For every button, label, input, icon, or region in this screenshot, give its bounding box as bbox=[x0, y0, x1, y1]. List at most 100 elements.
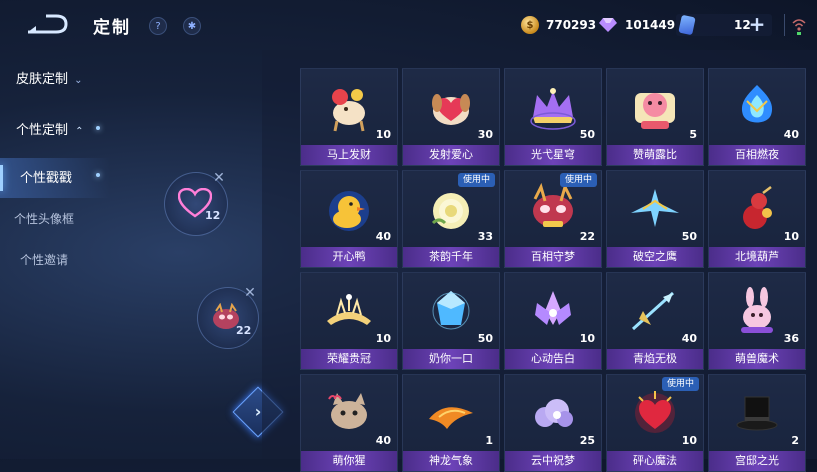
item-name: 破空之鹰 bbox=[607, 247, 703, 267]
diamond-currency: 101449 bbox=[599, 15, 675, 35]
item-count: 1 bbox=[485, 434, 493, 447]
item-count: 5 bbox=[689, 128, 697, 141]
in-use-badge: 使用中 bbox=[661, 377, 699, 391]
diamond-amount: 101449 bbox=[625, 18, 676, 32]
item-name: 心动告白 bbox=[505, 349, 601, 369]
item-card[interactable]: 使用中 33 茶韵千年 bbox=[402, 170, 500, 268]
item-count: 40 bbox=[681, 332, 697, 345]
sidebar-item-label: 个性头像框 bbox=[14, 212, 75, 226]
item-count: 50 bbox=[579, 128, 595, 141]
item-name: 萌你猩 bbox=[301, 451, 397, 471]
item-name: 云中祝梦 bbox=[505, 451, 601, 471]
item-count: 10 bbox=[579, 332, 595, 345]
item-card[interactable]: 40 百相燃夜 bbox=[708, 68, 806, 166]
item-name: 开心鸭 bbox=[301, 247, 397, 267]
in-use-badge: 使用中 bbox=[457, 173, 495, 187]
item-card[interactable]: 使用中 10 砰心魔法 bbox=[606, 374, 704, 472]
help-icon[interactable]: ? bbox=[149, 17, 167, 35]
item-name: 砰心魔法 bbox=[607, 451, 703, 471]
item-count: 25 bbox=[579, 434, 595, 447]
sidebar-item-skin-custom[interactable]: 皮肤定制 ⌄ bbox=[16, 68, 83, 87]
item-name: 赞萌露比 bbox=[607, 145, 703, 165]
close-icon[interactable]: ✕ bbox=[243, 286, 257, 300]
item-card[interactable]: 10 北境葫芦 bbox=[708, 170, 806, 268]
item-count: 36 bbox=[783, 332, 799, 345]
lotus-icon bbox=[535, 291, 571, 325]
gold-amount: 770293 bbox=[546, 18, 597, 32]
back-button[interactable] bbox=[26, 12, 70, 36]
item-card[interactable]: 10 心动告白 bbox=[504, 272, 602, 370]
item-card[interactable]: 40 萌你猩 bbox=[300, 374, 398, 472]
gourd-icon bbox=[743, 186, 772, 229]
item-name: 萌兽魔术 bbox=[709, 349, 805, 369]
item-count: 50 bbox=[681, 230, 697, 243]
item-name: 神龙气象 bbox=[403, 451, 499, 471]
item-count: 2 bbox=[791, 434, 799, 447]
slot-count: 22 bbox=[236, 324, 252, 337]
sidebar-item-poke[interactable]: 个性戳戳 bbox=[20, 167, 72, 186]
item-name: 奶你一口 bbox=[403, 349, 499, 369]
diamond-icon bbox=[599, 18, 617, 32]
add-tickets-button[interactable]: + bbox=[747, 12, 767, 36]
item-name: 荣耀贵冠 bbox=[301, 349, 397, 369]
slot-count: 12 bbox=[205, 209, 221, 222]
sidebar-item-label: 皮肤定制 bbox=[16, 72, 69, 87]
sidebar-item-label: 个性戳戳 bbox=[20, 171, 73, 186]
spear-icon bbox=[631, 291, 675, 331]
item-count: 50 bbox=[477, 332, 493, 345]
duck-icon bbox=[329, 191, 369, 231]
flower-icon bbox=[431, 193, 469, 229]
item-card[interactable]: 25 云中祝梦 bbox=[504, 374, 602, 472]
item-name: 北境葫芦 bbox=[709, 247, 805, 267]
item-card[interactable]: 50 奶你一口 bbox=[402, 272, 500, 370]
item-count: 40 bbox=[375, 434, 391, 447]
item-card[interactable]: 2 宫邸之光 bbox=[708, 374, 806, 472]
top-bar: 定制 ? ✱ $ 770293 101449 12 + bbox=[0, 0, 817, 50]
item-card[interactable]: 5 赞萌露比 bbox=[606, 68, 704, 166]
chevron-up-icon: ⌃ bbox=[75, 126, 84, 137]
item-card[interactable]: 50 破空之鹰 bbox=[606, 170, 704, 268]
cat-icon bbox=[328, 393, 367, 429]
item-card[interactable]: 30 发射爱心 bbox=[402, 68, 500, 166]
in-use-badge: 使用中 bbox=[559, 173, 597, 187]
page-title: 定制 bbox=[93, 18, 131, 38]
blue-flame-icon bbox=[741, 85, 773, 123]
heart-dog-icon bbox=[432, 94, 470, 125]
indicator-dot-icon bbox=[96, 173, 100, 177]
sidebar: 皮肤定制 ⌄ 个性定制 ⌃ 个性戳戳 个性头像框 个性邀请 12 ✕ 22 ✕ … bbox=[0, 50, 284, 459]
item-card[interactable]: 使用中 22 百相守梦 bbox=[504, 170, 602, 268]
item-card[interactable]: 36 萌兽魔术 bbox=[708, 272, 806, 370]
item-name: 宫邸之光 bbox=[709, 451, 805, 471]
item-card[interactable]: 40 开心鸭 bbox=[300, 170, 398, 268]
selected-dot-icon bbox=[96, 126, 100, 130]
bunny-icon bbox=[741, 287, 773, 333]
sidebar-item-label: 个性邀请 bbox=[20, 253, 69, 267]
item-card[interactable]: 1 神龙气象 bbox=[402, 374, 500, 472]
tiara-icon bbox=[327, 294, 371, 325]
sidebar-item-avatar-frame[interactable]: 个性头像框 bbox=[14, 210, 74, 227]
item-card[interactable]: 50 光弋星穹 bbox=[504, 68, 602, 166]
divider bbox=[784, 14, 785, 36]
gear-icon[interactable]: ✱ bbox=[183, 17, 201, 35]
close-icon[interactable]: ✕ bbox=[212, 171, 226, 185]
chevron-down-icon: ⌄ bbox=[74, 75, 83, 86]
item-count: 33 bbox=[477, 230, 493, 243]
ticket-icon bbox=[678, 14, 696, 36]
item-card[interactable]: 10 荣耀贵冠 bbox=[300, 272, 398, 370]
item-count: 10 bbox=[375, 128, 391, 141]
sidebar-item-personal-custom[interactable]: 个性定制 ⌃ bbox=[16, 119, 84, 138]
ticket-currency: 12 bbox=[678, 14, 751, 36]
item-name: 光弋星穹 bbox=[505, 145, 601, 165]
signal-icon bbox=[792, 19, 806, 35]
item-name: 百相守梦 bbox=[505, 247, 601, 267]
item-count: 40 bbox=[783, 128, 799, 141]
item-name: 青焰无极 bbox=[607, 349, 703, 369]
item-card[interactable]: 40 青焰无极 bbox=[606, 272, 704, 370]
gold-coin-icon: $ bbox=[521, 16, 539, 34]
item-card[interactable]: 10 马上发财 bbox=[300, 68, 398, 166]
sidebar-item-invite[interactable]: 个性邀请 bbox=[20, 251, 68, 268]
crown-icon bbox=[530, 88, 576, 130]
top-hat-icon bbox=[736, 396, 778, 431]
dragon-icon bbox=[533, 183, 573, 227]
ruby-icon bbox=[635, 93, 675, 129]
